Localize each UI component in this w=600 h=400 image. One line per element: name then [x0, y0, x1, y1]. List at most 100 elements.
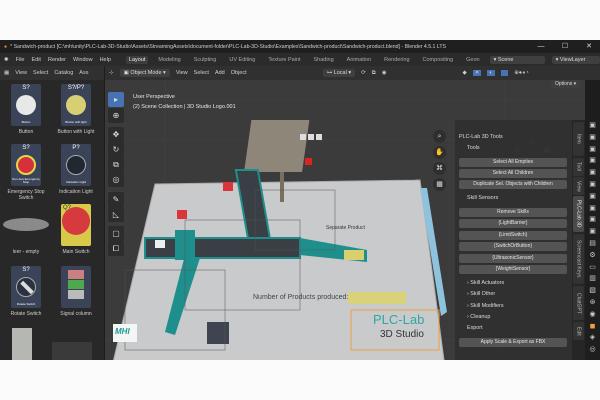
- collapsed-section-header[interactable]: › Skill Other: [467, 291, 495, 297]
- tab-shading[interactable]: Shading: [310, 56, 336, 64]
- sidebar-tab[interactable]: Screencast Keys: [573, 234, 584, 284]
- sensor-skill-button[interactable]: {SwitchOrButton}: [459, 242, 567, 252]
- scale-tool-icon[interactable]: ⧉: [108, 157, 124, 172]
- camera-view-icon[interactable]: ⌘: [433, 162, 446, 175]
- transform-tool-icon[interactable]: ◎: [108, 172, 124, 187]
- xray-toggle-icon[interactable]: [500, 70, 509, 76]
- properties-tab-icon[interactable]: ◎: [588, 346, 597, 354]
- properties-tab-icon[interactable]: ▤: [588, 240, 597, 248]
- viewport-menu-add[interactable]: Add: [215, 70, 225, 76]
- properties-tab-icon[interactable]: ▣: [588, 122, 597, 130]
- sidebar-tab[interactable]: PLC-Lab 3D: [573, 196, 584, 232]
- tab-uv-editing[interactable]: UV Editing: [226, 56, 258, 64]
- collapsed-section-header[interactable]: › Cleanup: [467, 314, 490, 320]
- annotate-tool-icon[interactable]: ✎: [108, 192, 124, 207]
- asset-menu-catalog[interactable]: Catalog: [54, 70, 73, 76]
- overlay-toggle-icon[interactable]: ◐: [487, 70, 495, 76]
- extrude-tool-icon[interactable]: ⧠: [108, 241, 124, 256]
- asset-menu-asset[interactable]: Ass: [79, 70, 88, 76]
- tab-layout[interactable]: Layout: [125, 55, 149, 64]
- viewlayer-selector[interactable]: ▾ ViewLayer: [551, 55, 600, 64]
- asset-item[interactable]: leer - empty: [2, 204, 50, 255]
- tab-rendering[interactable]: Rendering: [381, 56, 412, 64]
- asset-item[interactable]: S? Button Button: [2, 84, 50, 135]
- sidebar-tab[interactable]: Tool: [573, 158, 584, 176]
- pan-view-icon[interactable]: ✋: [433, 146, 446, 159]
- properties-tab-icon[interactable]: ▣: [588, 146, 597, 154]
- asset-menu-view[interactable]: View: [15, 70, 27, 76]
- properties-tab-icon[interactable]: ▣: [588, 205, 597, 213]
- viewport-menu-select[interactable]: Select: [194, 70, 209, 76]
- collapsed-section-header[interactable]: › Skill Modifiers: [467, 303, 504, 309]
- sidebar-tab[interactable]: Item: [573, 122, 584, 156]
- asset-item[interactable]: S?/P? Button with light Button with Light: [52, 84, 100, 135]
- asset-item-control-box[interactable]: [12, 328, 32, 360]
- properties-tab-icon[interactable]: ▣: [588, 169, 597, 177]
- asset-item-bracket[interactable]: [52, 342, 92, 360]
- sidebar-tab[interactable]: ChatGPT: [573, 286, 584, 320]
- asset-item[interactable]: Signal column: [52, 266, 100, 317]
- mode-selector[interactable]: ▣ Object Mode ▾: [119, 69, 170, 77]
- scene-selector[interactable]: ▾ Scene: [489, 55, 545, 64]
- properties-tab-icon[interactable]: ◼: [588, 323, 597, 331]
- asset-item[interactable]: S? Rotate Switch Rotate Switch: [2, 266, 50, 317]
- properties-tab-icon[interactable]: ⊛: [588, 299, 597, 307]
- menu-render[interactable]: Render: [48, 57, 66, 63]
- properties-tab-icon[interactable]: ▥: [588, 275, 597, 283]
- export-section-header[interactable]: Export: [467, 325, 483, 331]
- tools-section-header[interactable]: Tools: [467, 145, 480, 151]
- orientation-selector[interactable]: ⊶ Local ▾: [322, 69, 356, 77]
- sidebar-tab[interactable]: Edit: [573, 322, 584, 340]
- asset-item[interactable]: S? Non-Aus Emergency Stop Emergency Stop S…: [2, 144, 50, 201]
- editor-type-icon[interactable]: ▦: [4, 70, 9, 76]
- sensor-skill-button[interactable]: {WeightSensor}: [459, 265, 567, 274]
- sensor-skill-button[interactable]: {LightBarrier}: [459, 219, 567, 229]
- sidebar-tab[interactable]: View: [573, 177, 584, 195]
- visibility-icon[interactable]: ◆: [463, 70, 467, 76]
- properties-tab-icon[interactable]: ▣: [588, 157, 597, 165]
- asset-item[interactable]: Q? Main Switch: [52, 204, 100, 255]
- tab-animation[interactable]: Animation: [344, 56, 374, 64]
- tab-compositing[interactable]: Compositing: [420, 56, 457, 64]
- gizmo-toggle-icon[interactable]: ✕: [472, 70, 482, 76]
- properties-tab-icon[interactable]: ▣: [588, 216, 597, 224]
- tab-modeling[interactable]: Modeling: [155, 56, 183, 64]
- skill-sensors-header[interactable]: Skill Sensors: [467, 195, 498, 201]
- tab-sculpting[interactable]: Sculpting: [191, 56, 220, 64]
- rotate-tool-icon[interactable]: ↻: [108, 142, 124, 157]
- maximize-button[interactable]: ☐: [556, 40, 574, 53]
- properties-tab-icon[interactable]: ▣: [588, 228, 597, 236]
- close-button[interactable]: ✕: [580, 40, 598, 53]
- menu-file[interactable]: File: [16, 57, 25, 63]
- properties-tab-icon[interactable]: ⚙: [588, 252, 597, 260]
- asset-menu-select[interactable]: Select: [33, 70, 48, 76]
- viewport-menu-view[interactable]: View: [176, 70, 188, 76]
- sensor-skill-button[interactable]: {LimitSwitch}: [459, 230, 567, 240]
- tool-button[interactable]: Duplicate Sel. Objects with Children: [459, 180, 567, 189]
- tab-geometry[interactable]: Geon: [463, 56, 482, 64]
- proportional-edit-icon[interactable]: ◉: [382, 70, 387, 76]
- properties-tab-icon[interactable]: ◈: [588, 334, 597, 342]
- select-tool-icon[interactable]: ▸: [108, 92, 124, 107]
- viewport-menu-object[interactable]: Object: [231, 70, 247, 76]
- sensor-skill-button[interactable]: Remove Skills: [459, 208, 567, 217]
- properties-tab-icon[interactable]: ▣: [588, 181, 597, 189]
- sensor-skill-button[interactable]: {UltrasonicSensor}: [459, 253, 567, 263]
- properties-tab-icon[interactable]: ◉: [588, 311, 597, 319]
- properties-tab-icon[interactable]: ▣: [588, 193, 597, 201]
- tool-button[interactable]: Select All Empties: [459, 158, 567, 167]
- collapsed-section-header[interactable]: › Skill Actuators: [467, 280, 504, 286]
- pivot-icon[interactable]: ⟳: [361, 70, 366, 76]
- asset-item[interactable]: P? Indication Light Indication Light: [52, 144, 100, 195]
- editor-type-icon[interactable]: ⊹: [109, 70, 114, 76]
- add-cube-tool-icon[interactable]: ▢: [108, 226, 124, 241]
- blender-menu-icon[interactable]: ✺: [4, 57, 9, 63]
- move-tool-icon[interactable]: ✥: [108, 127, 124, 142]
- zoom-view-icon[interactable]: ⌕: [433, 130, 446, 143]
- snap-icon[interactable]: ⧉: [372, 70, 376, 77]
- menu-window[interactable]: Window: [73, 57, 93, 63]
- menu-help[interactable]: Help: [100, 57, 111, 63]
- ortho-toggle-icon[interactable]: ▦: [433, 178, 446, 191]
- measure-tool-icon[interactable]: ◺: [108, 207, 124, 222]
- menu-edit[interactable]: Edit: [31, 57, 40, 63]
